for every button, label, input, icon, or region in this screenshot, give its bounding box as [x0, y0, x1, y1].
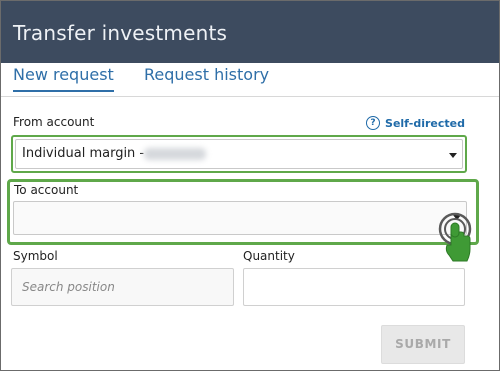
submit-button[interactable]: SUBMIT: [381, 325, 465, 364]
caret-down-icon: [449, 153, 457, 158]
redacted-account-number: [144, 148, 206, 160]
to-account-highlight: To account: [7, 179, 479, 245]
symbol-placeholder: Search position: [22, 280, 115, 294]
tab-bar: New request Request history: [1, 63, 499, 97]
page-title: Transfer investments: [13, 21, 228, 45]
to-account-select[interactable]: [13, 201, 467, 235]
from-account-highlight: Individual margin -: [11, 135, 467, 173]
from-account-value: Individual margin -: [22, 146, 145, 161]
to-account-label: To account: [14, 183, 79, 197]
tab-request-history[interactable]: Request history: [144, 65, 269, 90]
from-account-label: From account: [13, 115, 95, 129]
symbol-input[interactable]: Search position: [11, 268, 234, 306]
self-directed-link[interactable]: ? Self-directed: [366, 116, 465, 130]
quantity-label: Quantity: [243, 249, 295, 263]
hand-pointer-icon: [437, 211, 477, 267]
symbol-label: Symbol: [13, 249, 58, 263]
from-account-select[interactable]: Individual margin -: [15, 139, 463, 169]
header-bar: Transfer investments: [1, 1, 499, 63]
question-circle-icon: ?: [366, 116, 381, 130]
quantity-input[interactable]: [243, 268, 465, 306]
transfer-window: Transfer investments New request Request…: [0, 0, 500, 371]
tab-new-request[interactable]: New request: [13, 65, 114, 92]
self-directed-label: Self-directed: [385, 116, 465, 130]
